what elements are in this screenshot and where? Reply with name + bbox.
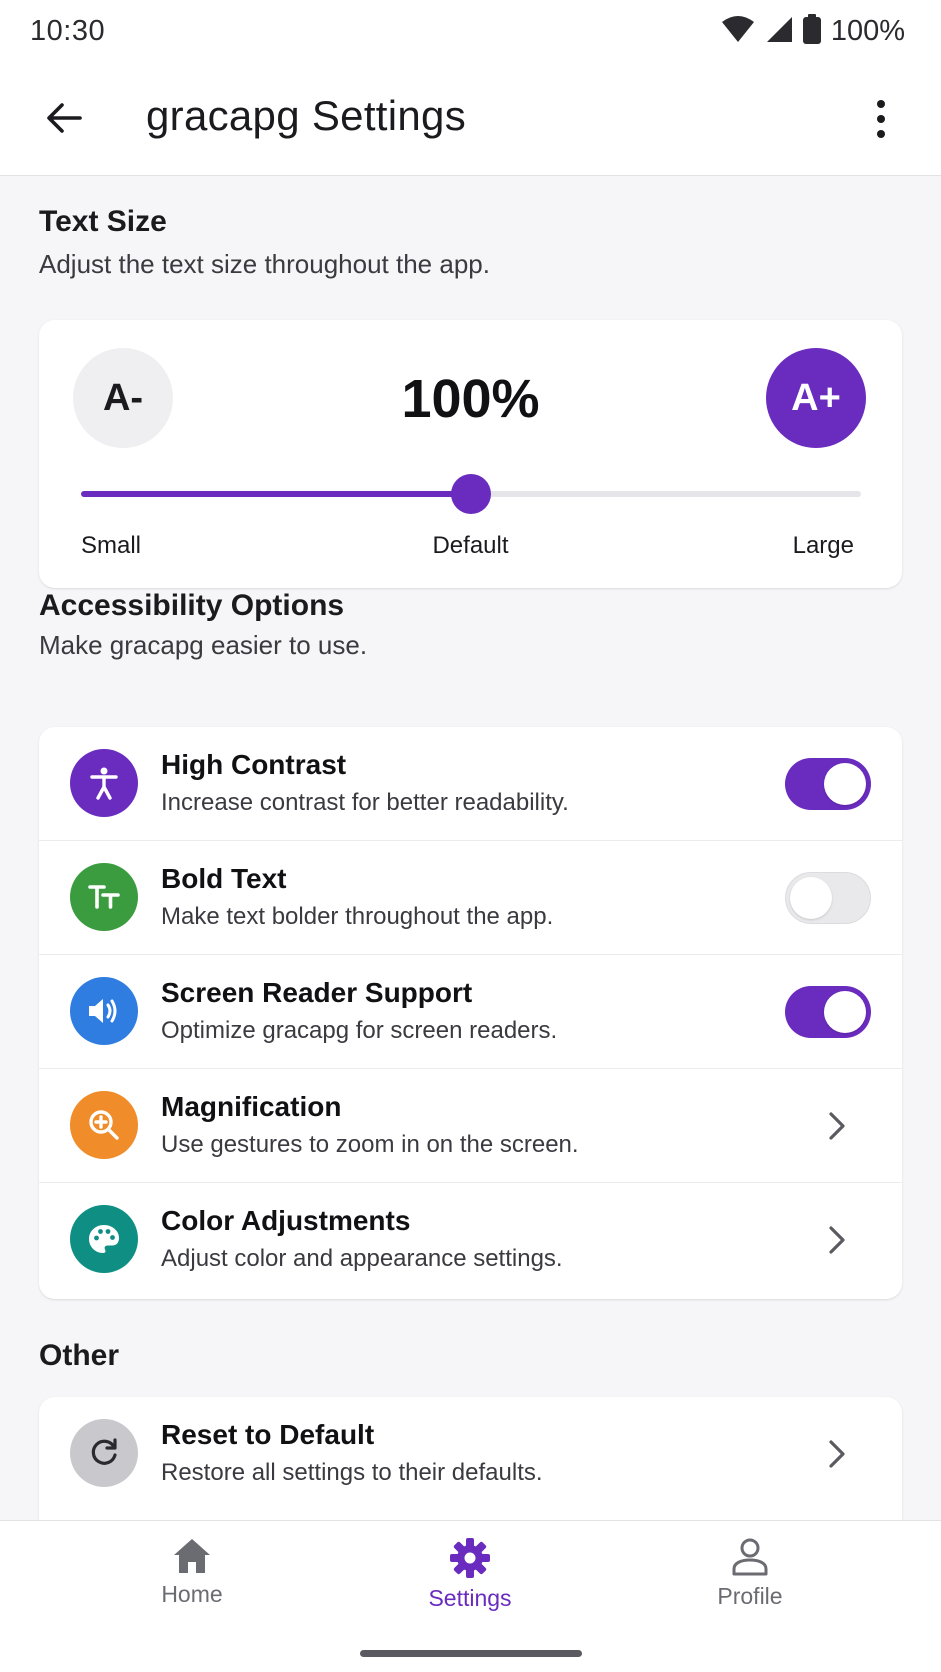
setting-description: Adjust color and appearance settings. bbox=[161, 1245, 563, 1272]
text-format-icon bbox=[70, 863, 138, 931]
back-button[interactable] bbox=[36, 90, 92, 146]
text-size-heading: Text Size bbox=[39, 205, 167, 238]
more-options-button[interactable] bbox=[861, 94, 901, 144]
accessibility-subtitle: Make gracapg easier to use. bbox=[39, 630, 368, 660]
home-indicator[interactable] bbox=[360, 1650, 582, 1657]
nav-item-home[interactable]: Home bbox=[92, 1537, 292, 1608]
bold-text-toggle[interactable] bbox=[785, 872, 871, 924]
nav-label-home: Home bbox=[161, 1581, 223, 1607]
accessibility-card: High Contrast Increase contrast for bett… bbox=[39, 727, 902, 1299]
toggle-knob bbox=[824, 763, 866, 805]
palette-icon bbox=[70, 1205, 138, 1273]
setting-title: High Contrast bbox=[161, 749, 347, 780]
settings-content[interactable]: Text Size Adjust the text size throughou… bbox=[0, 177, 941, 1520]
accessibility-icon bbox=[70, 749, 138, 817]
arrow-back-icon bbox=[47, 103, 82, 133]
high-contrast-toggle[interactable] bbox=[785, 758, 871, 810]
nav-item-profile[interactable]: Profile bbox=[650, 1537, 850, 1610]
setting-title: Reset to Default bbox=[161, 1419, 375, 1450]
toggle-knob bbox=[824, 991, 866, 1033]
setting-row-high-contrast[interactable]: High Contrast Increase contrast for bett… bbox=[39, 727, 902, 841]
home-icon bbox=[174, 1539, 210, 1573]
page-title: gracapg Settings bbox=[146, 92, 467, 139]
setting-description: Increase contrast for better readability… bbox=[161, 789, 569, 816]
setting-description: Use gestures to zoom in on the screen. bbox=[161, 1131, 579, 1158]
status-icons: 100% bbox=[721, 13, 905, 49]
person-icon bbox=[732, 1538, 768, 1576]
slider-fill bbox=[81, 491, 471, 497]
speaker-icon bbox=[70, 977, 138, 1045]
screen-reader-toggle[interactable] bbox=[785, 986, 871, 1038]
setting-title: Color Adjustments bbox=[161, 1205, 411, 1236]
bottom-navigation: Home Settings Profile bbox=[0, 1520, 941, 1672]
other-card: Reset to Default Restore all settings to… bbox=[39, 1397, 902, 1520]
setting-title: Screen Reader Support bbox=[161, 977, 473, 1008]
status-bar: 10:30 100% bbox=[0, 0, 941, 62]
nav-label-settings: Settings bbox=[428, 1585, 512, 1611]
text-size-subtitle: Adjust the text size throughout the app. bbox=[39, 249, 490, 279]
battery-percent: 100% bbox=[830, 14, 905, 47]
toggle-knob bbox=[790, 877, 832, 919]
increase-text-size-button[interactable]: A+ bbox=[766, 348, 866, 448]
slider-label-large: Large bbox=[792, 532, 854, 559]
setting-title: Magnification bbox=[161, 1091, 342, 1122]
slider-label-default: Default bbox=[432, 532, 509, 559]
chevron-right-icon bbox=[822, 1109, 852, 1143]
setting-row-bold-text[interactable]: Bold Text Make text bolder throughout th… bbox=[39, 841, 902, 955]
more-vert-icon bbox=[877, 100, 885, 138]
text-size-card: A- 100% A+ Small Default Large bbox=[39, 320, 902, 588]
nav-item-settings[interactable]: Settings bbox=[370, 1537, 570, 1612]
setting-title: Bold Text bbox=[161, 863, 287, 894]
chevron-right-icon bbox=[822, 1223, 852, 1257]
status-time: 10:30 bbox=[30, 14, 106, 47]
setting-description: Restore all settings to their defaults. bbox=[161, 1459, 543, 1486]
slider-thumb[interactable] bbox=[451, 474, 491, 514]
setting-row-screen-reader[interactable]: Screen Reader Support Optimize gracapg f… bbox=[39, 955, 902, 1069]
signal-icon bbox=[765, 15, 793, 48]
setting-description: Make text bolder throughout the app. bbox=[161, 903, 554, 930]
battery-icon bbox=[802, 13, 821, 49]
other-heading: Other bbox=[39, 1339, 120, 1372]
app-bar: gracapg Settings bbox=[0, 62, 941, 176]
setting-row-reset[interactable]: Reset to Default Restore all settings to… bbox=[39, 1397, 902, 1511]
setting-description: Optimize gracapg for screen readers. bbox=[161, 1017, 558, 1044]
setting-row-magnification[interactable]: Magnification Use gestures to zoom in on… bbox=[39, 1069, 902, 1183]
zoom-in-icon bbox=[70, 1091, 138, 1159]
gear-icon bbox=[450, 1538, 490, 1578]
setting-row-color-adjustments[interactable]: Color Adjustments Adjust color and appea… bbox=[39, 1183, 902, 1297]
chevron-right-icon bbox=[822, 1437, 852, 1471]
text-size-slider[interactable] bbox=[81, 474, 861, 514]
reset-icon bbox=[70, 1419, 138, 1487]
wifi-icon bbox=[721, 15, 755, 48]
accessibility-heading: Accessibility Options bbox=[39, 589, 345, 622]
nav-label-profile: Profile bbox=[717, 1583, 783, 1609]
